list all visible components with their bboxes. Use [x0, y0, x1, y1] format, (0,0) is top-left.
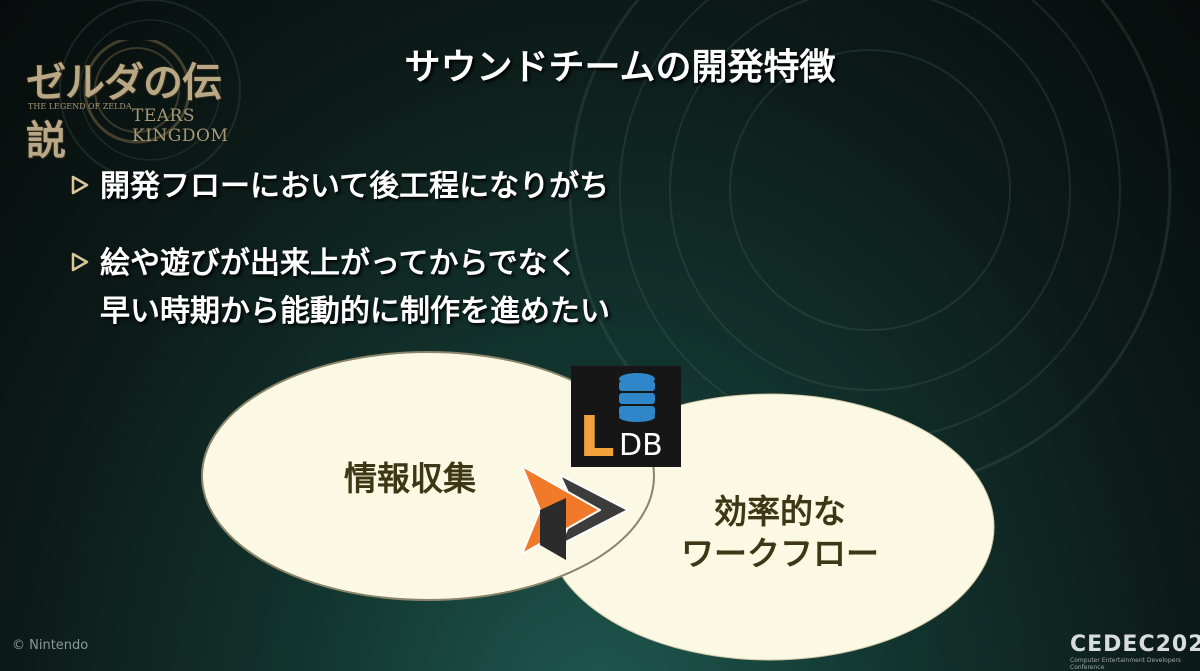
ldb-text: DB — [619, 428, 663, 463]
right-circle-label-line-1: 効率的な — [714, 492, 846, 531]
ldb-logo: L DB — [571, 366, 681, 467]
right-circle-label-line-2: ワークフロー — [681, 534, 879, 573]
right-circle-label: 効率的な ワークフロー — [630, 491, 930, 575]
ldb-letter-l: L — [579, 405, 615, 470]
venn-diagram — [201, 351, 995, 661]
event-subtitle: Computer Entertainment Developers Confer… — [1070, 657, 1181, 671]
copyright-text: © Nintendo — [12, 638, 89, 653]
event-logo: CEDEC2024 — [1070, 632, 1200, 657]
left-circle-label: 情報収集 — [344, 459, 476, 498]
